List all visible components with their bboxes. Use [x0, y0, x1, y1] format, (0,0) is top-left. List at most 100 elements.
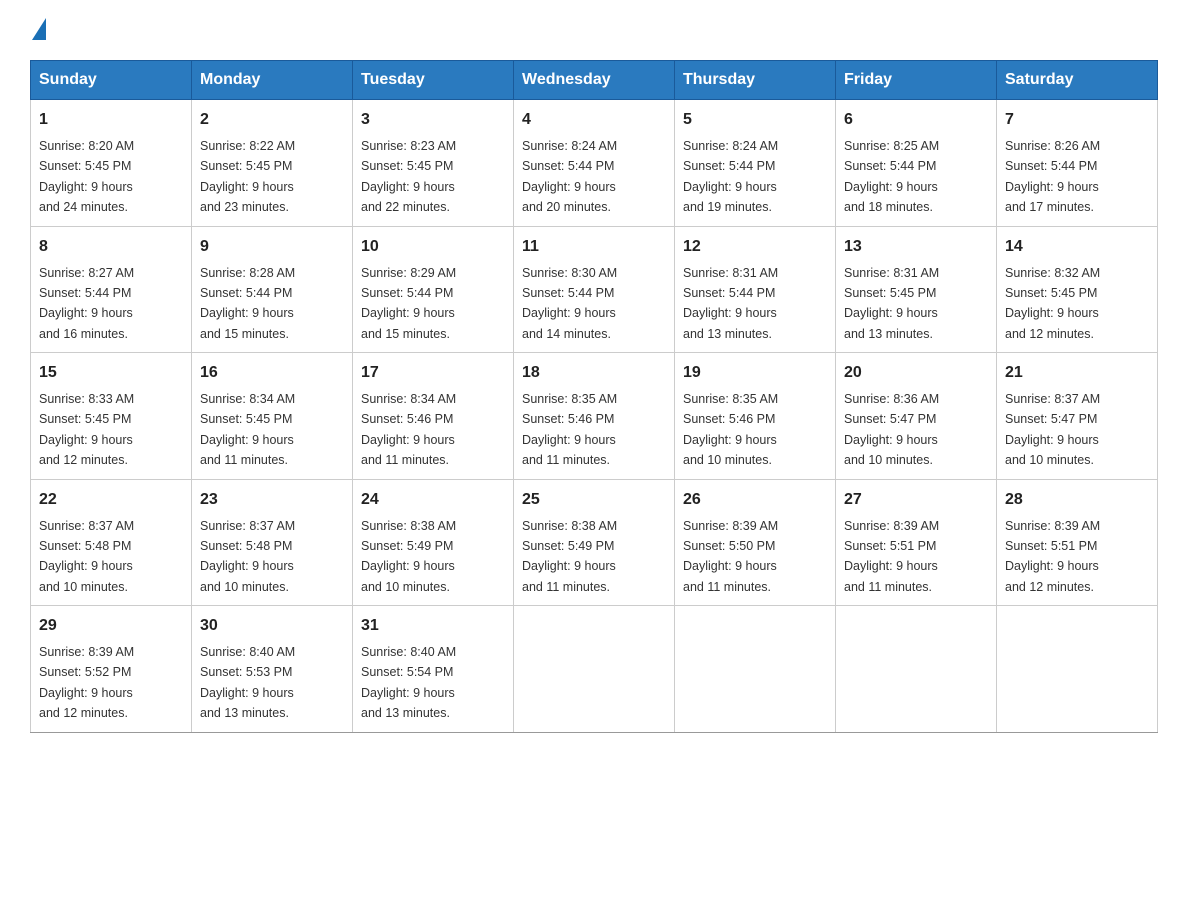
calendar-day-cell: 10 Sunrise: 8:29 AMSunset: 5:44 PMDaylig…	[353, 226, 514, 353]
day-number: 29	[39, 614, 183, 638]
day-number: 11	[522, 235, 666, 259]
calendar-day-cell: 21 Sunrise: 8:37 AMSunset: 5:47 PMDaylig…	[997, 353, 1158, 480]
day-number: 22	[39, 488, 183, 512]
calendar-day-cell: 25 Sunrise: 8:38 AMSunset: 5:49 PMDaylig…	[514, 479, 675, 606]
calendar-week-row: 8 Sunrise: 8:27 AMSunset: 5:44 PMDayligh…	[31, 226, 1158, 353]
calendar-day-cell: 11 Sunrise: 8:30 AMSunset: 5:44 PMDaylig…	[514, 226, 675, 353]
day-number: 13	[844, 235, 988, 259]
weekday-header-monday: Monday	[192, 61, 353, 100]
day-info: Sunrise: 8:28 AMSunset: 5:44 PMDaylight:…	[200, 266, 295, 341]
day-info: Sunrise: 8:33 AMSunset: 5:45 PMDaylight:…	[39, 392, 134, 467]
calendar-day-cell: 18 Sunrise: 8:35 AMSunset: 5:46 PMDaylig…	[514, 353, 675, 480]
calendar-day-cell	[836, 606, 997, 733]
day-number: 2	[200, 108, 344, 132]
day-number: 8	[39, 235, 183, 259]
day-info: Sunrise: 8:36 AMSunset: 5:47 PMDaylight:…	[844, 392, 939, 467]
day-number: 10	[361, 235, 505, 259]
day-info: Sunrise: 8:40 AMSunset: 5:53 PMDaylight:…	[200, 645, 295, 720]
day-info: Sunrise: 8:38 AMSunset: 5:49 PMDaylight:…	[522, 519, 617, 594]
calendar-week-row: 1 Sunrise: 8:20 AMSunset: 5:45 PMDayligh…	[31, 100, 1158, 227]
day-info: Sunrise: 8:26 AMSunset: 5:44 PMDaylight:…	[1005, 139, 1100, 214]
day-info: Sunrise: 8:32 AMSunset: 5:45 PMDaylight:…	[1005, 266, 1100, 341]
calendar-table: SundayMondayTuesdayWednesdayThursdayFrid…	[30, 60, 1158, 733]
day-info: Sunrise: 8:29 AMSunset: 5:44 PMDaylight:…	[361, 266, 456, 341]
day-number: 15	[39, 361, 183, 385]
calendar-day-cell: 19 Sunrise: 8:35 AMSunset: 5:46 PMDaylig…	[675, 353, 836, 480]
calendar-day-cell	[997, 606, 1158, 733]
day-info: Sunrise: 8:40 AMSunset: 5:54 PMDaylight:…	[361, 645, 456, 720]
calendar-day-cell: 12 Sunrise: 8:31 AMSunset: 5:44 PMDaylig…	[675, 226, 836, 353]
weekday-header-friday: Friday	[836, 61, 997, 100]
calendar-day-cell: 2 Sunrise: 8:22 AMSunset: 5:45 PMDayligh…	[192, 100, 353, 227]
day-number: 18	[522, 361, 666, 385]
day-info: Sunrise: 8:24 AMSunset: 5:44 PMDaylight:…	[522, 139, 617, 214]
day-number: 23	[200, 488, 344, 512]
calendar-day-cell: 5 Sunrise: 8:24 AMSunset: 5:44 PMDayligh…	[675, 100, 836, 227]
day-info: Sunrise: 8:37 AMSunset: 5:47 PMDaylight:…	[1005, 392, 1100, 467]
day-info: Sunrise: 8:31 AMSunset: 5:45 PMDaylight:…	[844, 266, 939, 341]
calendar-day-cell: 22 Sunrise: 8:37 AMSunset: 5:48 PMDaylig…	[31, 479, 192, 606]
day-number: 1	[39, 108, 183, 132]
calendar-day-cell: 7 Sunrise: 8:26 AMSunset: 5:44 PMDayligh…	[997, 100, 1158, 227]
day-number: 3	[361, 108, 505, 132]
day-info: Sunrise: 8:24 AMSunset: 5:44 PMDaylight:…	[683, 139, 778, 214]
calendar-day-cell: 30 Sunrise: 8:40 AMSunset: 5:53 PMDaylig…	[192, 606, 353, 733]
calendar-day-cell: 31 Sunrise: 8:40 AMSunset: 5:54 PMDaylig…	[353, 606, 514, 733]
logo	[30, 20, 46, 40]
calendar-day-cell: 15 Sunrise: 8:33 AMSunset: 5:45 PMDaylig…	[31, 353, 192, 480]
weekday-header-wednesday: Wednesday	[514, 61, 675, 100]
calendar-day-cell	[675, 606, 836, 733]
calendar-day-cell: 17 Sunrise: 8:34 AMSunset: 5:46 PMDaylig…	[353, 353, 514, 480]
logo-arrow-icon	[32, 18, 46, 40]
calendar-header-row: SundayMondayTuesdayWednesdayThursdayFrid…	[31, 61, 1158, 100]
calendar-day-cell: 4 Sunrise: 8:24 AMSunset: 5:44 PMDayligh…	[514, 100, 675, 227]
day-info: Sunrise: 8:20 AMSunset: 5:45 PMDaylight:…	[39, 139, 134, 214]
day-number: 28	[1005, 488, 1149, 512]
day-number: 14	[1005, 235, 1149, 259]
calendar-day-cell: 24 Sunrise: 8:38 AMSunset: 5:49 PMDaylig…	[353, 479, 514, 606]
day-number: 26	[683, 488, 827, 512]
day-info: Sunrise: 8:38 AMSunset: 5:49 PMDaylight:…	[361, 519, 456, 594]
day-info: Sunrise: 8:34 AMSunset: 5:46 PMDaylight:…	[361, 392, 456, 467]
calendar-day-cell: 8 Sunrise: 8:27 AMSunset: 5:44 PMDayligh…	[31, 226, 192, 353]
day-number: 24	[361, 488, 505, 512]
day-number: 25	[522, 488, 666, 512]
day-number: 4	[522, 108, 666, 132]
day-info: Sunrise: 8:39 AMSunset: 5:52 PMDaylight:…	[39, 645, 134, 720]
weekday-header-saturday: Saturday	[997, 61, 1158, 100]
day-number: 31	[361, 614, 505, 638]
day-number: 9	[200, 235, 344, 259]
page-header	[30, 20, 1158, 40]
day-info: Sunrise: 8:23 AMSunset: 5:45 PMDaylight:…	[361, 139, 456, 214]
day-number: 30	[200, 614, 344, 638]
calendar-week-row: 29 Sunrise: 8:39 AMSunset: 5:52 PMDaylig…	[31, 606, 1158, 733]
day-number: 20	[844, 361, 988, 385]
calendar-day-cell: 6 Sunrise: 8:25 AMSunset: 5:44 PMDayligh…	[836, 100, 997, 227]
day-number: 6	[844, 108, 988, 132]
calendar-week-row: 15 Sunrise: 8:33 AMSunset: 5:45 PMDaylig…	[31, 353, 1158, 480]
day-number: 12	[683, 235, 827, 259]
day-info: Sunrise: 8:25 AMSunset: 5:44 PMDaylight:…	[844, 139, 939, 214]
day-number: 16	[200, 361, 344, 385]
calendar-day-cell: 14 Sunrise: 8:32 AMSunset: 5:45 PMDaylig…	[997, 226, 1158, 353]
day-info: Sunrise: 8:34 AMSunset: 5:45 PMDaylight:…	[200, 392, 295, 467]
calendar-day-cell: 27 Sunrise: 8:39 AMSunset: 5:51 PMDaylig…	[836, 479, 997, 606]
calendar-day-cell: 28 Sunrise: 8:39 AMSunset: 5:51 PMDaylig…	[997, 479, 1158, 606]
day-info: Sunrise: 8:37 AMSunset: 5:48 PMDaylight:…	[200, 519, 295, 594]
day-info: Sunrise: 8:37 AMSunset: 5:48 PMDaylight:…	[39, 519, 134, 594]
day-number: 19	[683, 361, 827, 385]
weekday-header-tuesday: Tuesday	[353, 61, 514, 100]
calendar-day-cell: 26 Sunrise: 8:39 AMSunset: 5:50 PMDaylig…	[675, 479, 836, 606]
calendar-day-cell	[514, 606, 675, 733]
day-info: Sunrise: 8:39 AMSunset: 5:50 PMDaylight:…	[683, 519, 778, 594]
calendar-week-row: 22 Sunrise: 8:37 AMSunset: 5:48 PMDaylig…	[31, 479, 1158, 606]
day-info: Sunrise: 8:35 AMSunset: 5:46 PMDaylight:…	[522, 392, 617, 467]
day-info: Sunrise: 8:35 AMSunset: 5:46 PMDaylight:…	[683, 392, 778, 467]
day-info: Sunrise: 8:27 AMSunset: 5:44 PMDaylight:…	[39, 266, 134, 341]
day-info: Sunrise: 8:30 AMSunset: 5:44 PMDaylight:…	[522, 266, 617, 341]
day-info: Sunrise: 8:22 AMSunset: 5:45 PMDaylight:…	[200, 139, 295, 214]
day-number: 21	[1005, 361, 1149, 385]
day-number: 5	[683, 108, 827, 132]
calendar-day-cell: 29 Sunrise: 8:39 AMSunset: 5:52 PMDaylig…	[31, 606, 192, 733]
calendar-day-cell: 13 Sunrise: 8:31 AMSunset: 5:45 PMDaylig…	[836, 226, 997, 353]
